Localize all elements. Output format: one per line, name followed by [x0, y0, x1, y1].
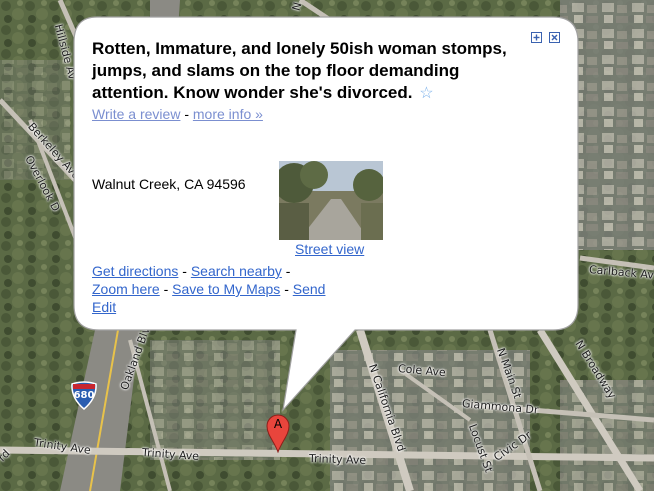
place-title-text: Rotten, Immature, and lonely 50ish woman…	[92, 39, 507, 102]
separator: -	[163, 281, 169, 297]
edit-link[interactable]: Edit	[92, 299, 116, 315]
action-links: Get directions - Search nearby - Zoom he…	[92, 262, 325, 316]
send-link[interactable]: Send	[293, 281, 326, 297]
star-outline-icon[interactable]: ☆	[419, 85, 433, 102]
search-nearby-link[interactable]: Search nearby	[191, 263, 282, 279]
zoom-here-link[interactable]: Zoom here	[92, 281, 160, 297]
review-row: Write a review - more info »	[92, 106, 567, 122]
street-photo-image	[279, 161, 383, 240]
place-title: Rotten, Immature, and lonely 50ish woman…	[92, 38, 522, 105]
map-view[interactable]: Hillside Av N C Berkeley Ave Overlook D …	[0, 0, 654, 491]
separator: -	[182, 263, 187, 279]
marker-letter: A	[273, 417, 283, 431]
info-window-content: Rotten, Immature, and lonely 50ish woman…	[92, 38, 567, 315]
address: Walnut Creek, CA 94596	[92, 176, 246, 192]
street-view-link[interactable]: Street view	[295, 241, 364, 257]
separator: -	[184, 106, 189, 122]
save-to-my-maps-link[interactable]: Save to My Maps	[172, 281, 280, 297]
street-view-thumbnail[interactable]	[279, 161, 383, 240]
write-review-link[interactable]: Write a review	[92, 106, 180, 122]
get-directions-link[interactable]: Get directions	[92, 263, 178, 279]
separator: -	[285, 263, 291, 279]
separator: -	[284, 281, 289, 297]
map-marker-a[interactable]: A	[265, 413, 291, 454]
more-info-link[interactable]: more info »	[193, 106, 263, 122]
